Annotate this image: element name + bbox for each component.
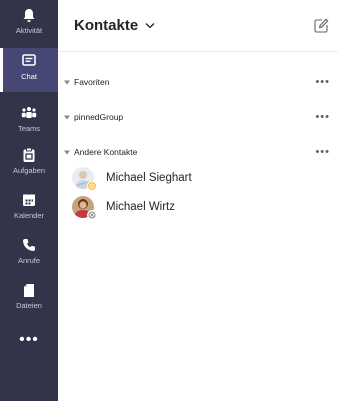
phone-icon: [20, 236, 38, 254]
avatar: [72, 196, 97, 220]
away-status-icon: [87, 181, 97, 191]
group-name[interactable]: Andere Kontakte: [74, 147, 137, 157]
group-pinned: pinnedGroup •••: [58, 110, 338, 124]
rail-label-teams: Teams: [17, 124, 41, 133]
rail-item-files[interactable]: Dateien: [0, 277, 58, 321]
rail-label-calls: Anrufe: [17, 256, 41, 265]
bell-icon: [20, 6, 38, 24]
rail-label-tasks: Aufgaben: [12, 166, 46, 175]
rail-item-chat[interactable]: Chat: [0, 48, 58, 92]
tasks-icon: [20, 146, 38, 164]
chevron-down-icon: [145, 21, 155, 31]
app-rail: Aktivität Chat Teams Aufgaben Kalender A…: [0, 0, 58, 401]
rail-item-teams[interactable]: Teams: [0, 100, 58, 144]
chat-icon: [20, 52, 38, 70]
group-name[interactable]: Favoriten: [74, 77, 109, 87]
compose-button[interactable]: [313, 17, 329, 33]
teams-icon: [20, 104, 38, 122]
rail-more-button[interactable]: •••: [0, 331, 58, 348]
caret-down-icon[interactable]: [64, 149, 70, 155]
group-more-button[interactable]: •••: [315, 110, 330, 124]
rail-item-tasks[interactable]: Aufgaben: [0, 142, 58, 186]
contact-name: Michael Sieghart: [106, 172, 192, 184]
rail-label-activity: Aktivität: [15, 26, 43, 35]
group-more-button[interactable]: •••: [315, 145, 330, 159]
rail-label-chat: Chat: [21, 72, 37, 81]
offline-status-icon: [87, 210, 97, 220]
group-other-contacts: Andere Kontakte •••: [58, 145, 338, 159]
caret-down-icon[interactable]: [64, 114, 70, 120]
rail-label-calendar: Kalender: [13, 211, 45, 220]
rail-label-files: Dateien: [16, 301, 42, 310]
files-icon: [20, 281, 38, 299]
rail-item-calendar[interactable]: Kalender: [0, 187, 58, 231]
contact-item[interactable]: Michael Wirtz: [72, 195, 327, 220]
panel-header: Kontakte: [58, 0, 338, 52]
group-more-button[interactable]: •••: [315, 75, 330, 89]
contacts-panel: Kontakte Favoriten ••• pinnedGroup ••• A…: [58, 0, 338, 401]
page-title: Kontakte: [74, 17, 139, 34]
compose-icon: [313, 18, 328, 33]
contact-name: Michael Wirtz: [106, 201, 176, 213]
rail-item-calls[interactable]: Anrufe: [0, 232, 58, 276]
group-favorites: Favoriten •••: [58, 75, 338, 89]
contact-item[interactable]: Michael Sieghart: [72, 166, 327, 191]
group-name[interactable]: pinnedGroup: [74, 112, 123, 122]
rail-item-activity[interactable]: Aktivität: [0, 2, 58, 46]
title-dropdown[interactable]: Kontakte: [74, 17, 155, 34]
avatar: [72, 167, 97, 191]
calendar-icon: [20, 191, 38, 209]
caret-down-icon[interactable]: [64, 79, 70, 85]
